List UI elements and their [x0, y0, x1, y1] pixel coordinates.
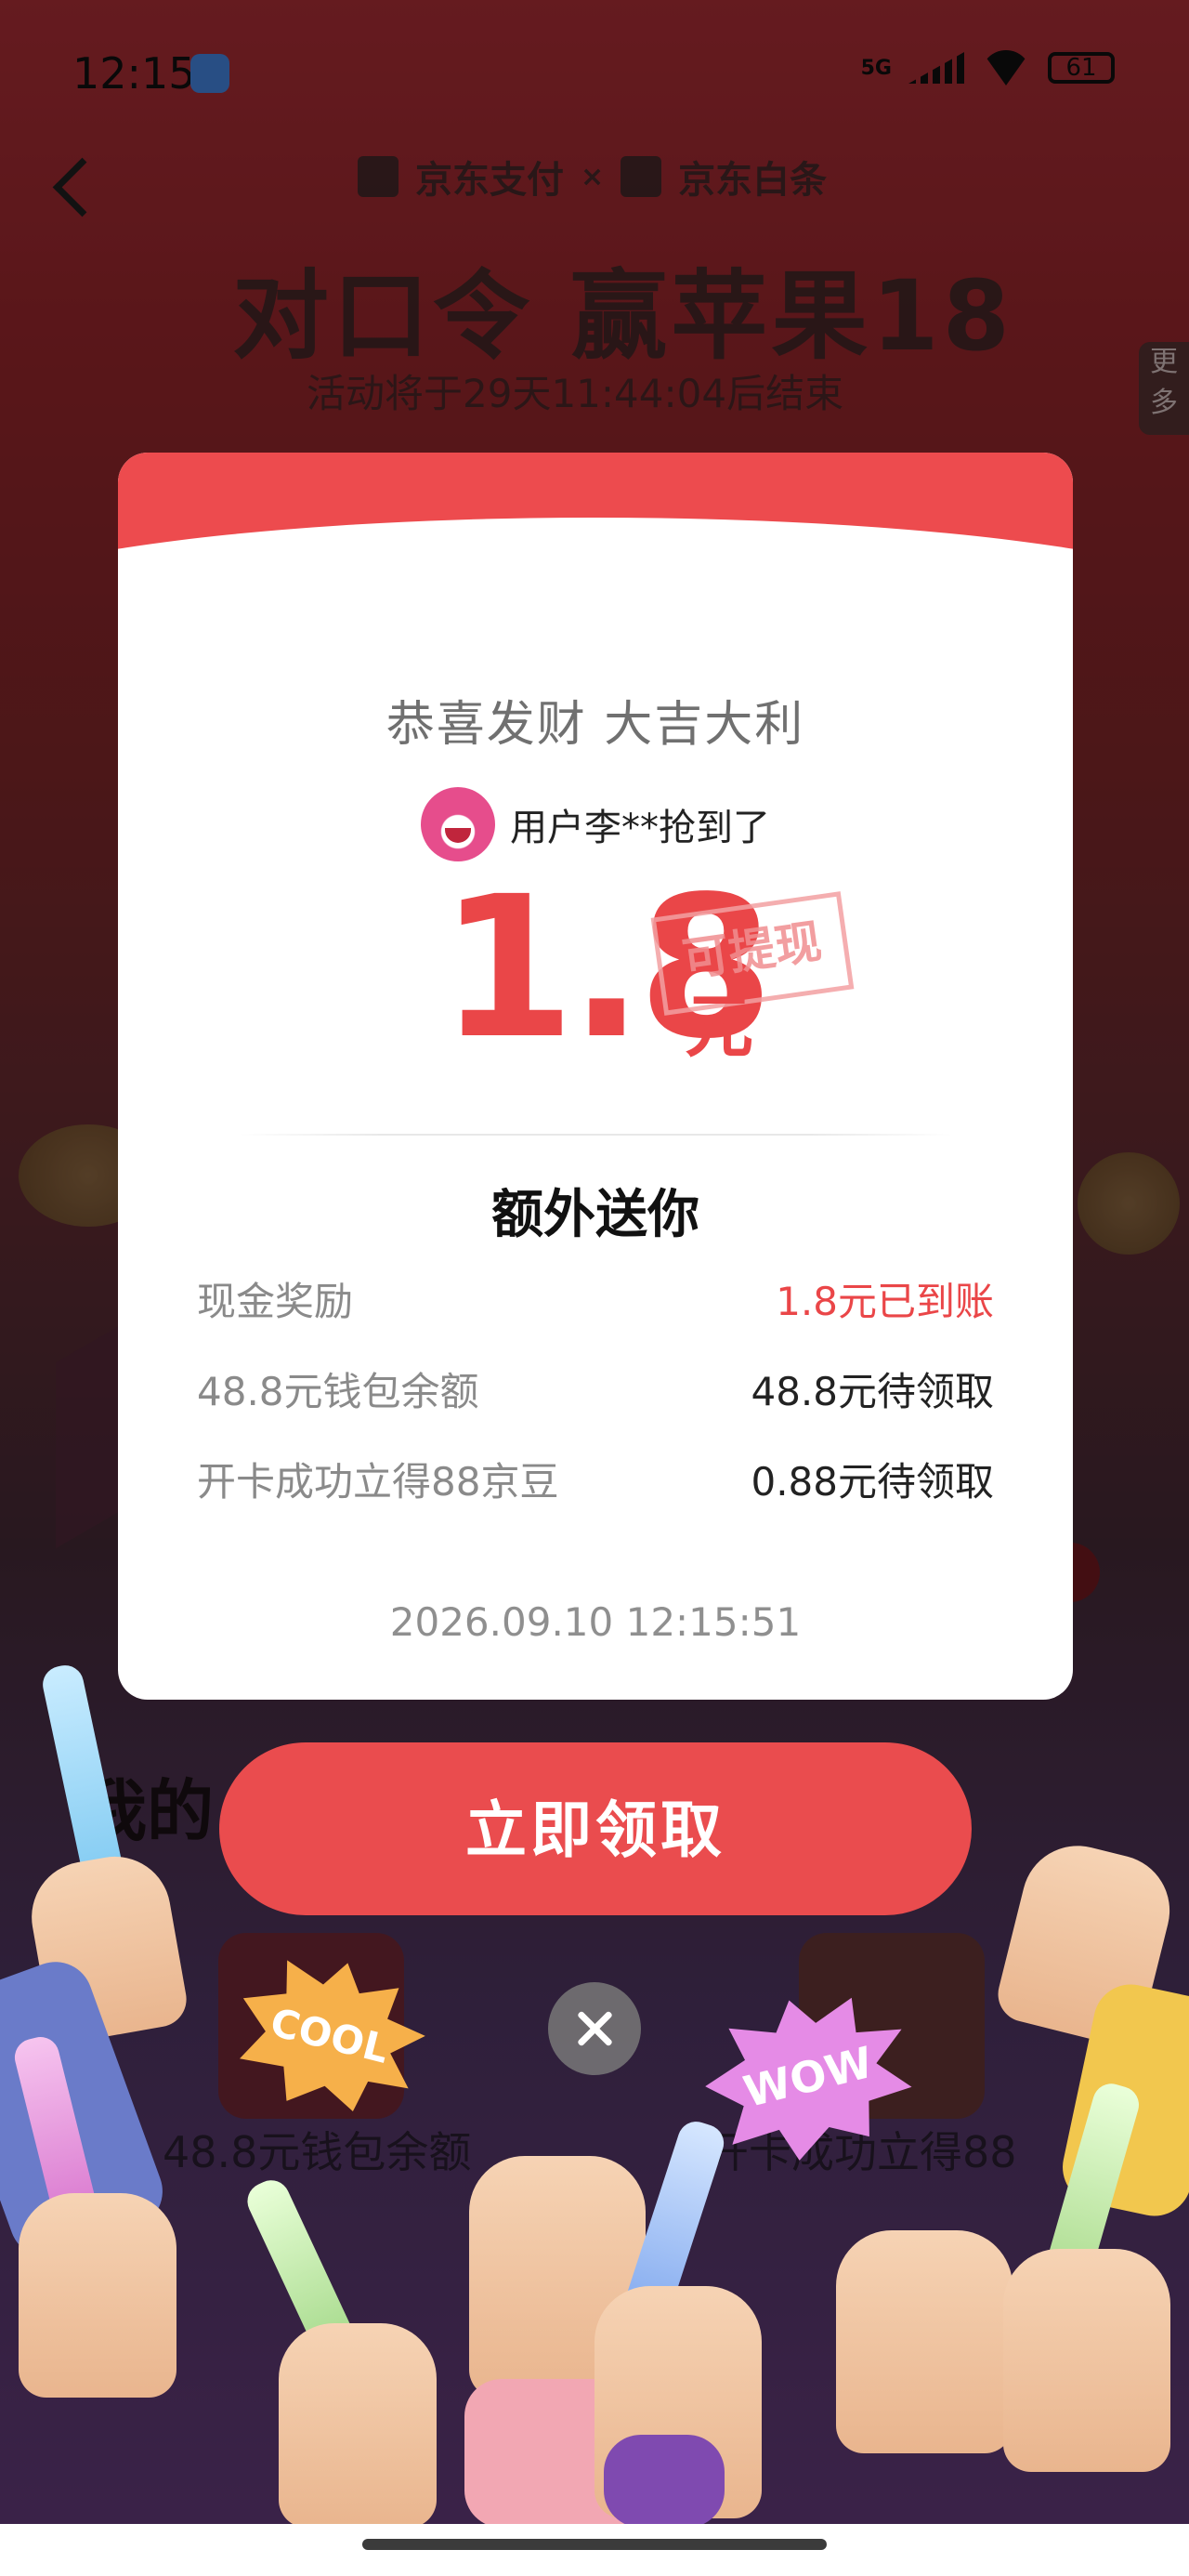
- reward-timestamp: 2026.09.10 12:15:51: [389, 1599, 802, 1645]
- hand-decoration: [19, 2193, 176, 2398]
- claim-now-button[interactable]: 立即领取: [219, 1742, 972, 1915]
- mascot-avatar-icon: [421, 787, 495, 861]
- reward-value: 48.8元待领取: [751, 1369, 994, 1414]
- sleeve-decoration: [604, 2435, 725, 2528]
- reward-row-wallet: 48.8元钱包余额 48.8元待领取: [197, 1360, 994, 1451]
- extra-gifts-title: 额外送你: [491, 1185, 699, 1245]
- amount-block: 1.8 可提现 元: [118, 871, 1073, 1075]
- reward-list: 现金奖励 1.8元已到账 48.8元钱包余额 48.8元待领取 开卡成功立得88…: [197, 1270, 994, 1541]
- reward-row-jd-bean: 开卡成功立得88京豆 0.88元待领取: [197, 1451, 994, 1541]
- bottom-safe-area: [0, 2524, 1189, 2576]
- hand-decoration: [1003, 2249, 1170, 2472]
- home-indicator[interactable]: [362, 2539, 827, 2550]
- hand-decoration: [279, 2323, 437, 2528]
- reward-row-cash: 现金奖励 1.8元已到账: [197, 1270, 994, 1360]
- divider: [239, 1134, 952, 1136]
- hand-decoration: [836, 2230, 1013, 2453]
- reward-name: 48.8元钱包余额: [197, 1369, 479, 1414]
- winner-row: 用户李**抢到了: [118, 787, 1073, 861]
- reward-value: 0.88元待领取: [751, 1459, 994, 1505]
- cool-sticker-text: COOL: [266, 1998, 394, 2072]
- reward-modal: 恭喜发财 大吉大利 用户李**抢到了 1.8 可提现 元 额外送你 现金奖励 1…: [118, 453, 1073, 1700]
- wow-sticker-text: WOW: [738, 2036, 878, 2118]
- reward-name: 现金奖励: [197, 1279, 354, 1324]
- close-icon[interactable]: [548, 1982, 641, 2075]
- reward-value: 1.8元已到账: [776, 1279, 994, 1324]
- winner-text: 用户李**抢到了: [510, 807, 770, 849]
- reward-amount-unit: 元: [685, 987, 753, 1067]
- modal-heading: 恭喜发财 大吉大利: [385, 697, 805, 753]
- reward-name: 开卡成功立得88京豆: [197, 1459, 559, 1505]
